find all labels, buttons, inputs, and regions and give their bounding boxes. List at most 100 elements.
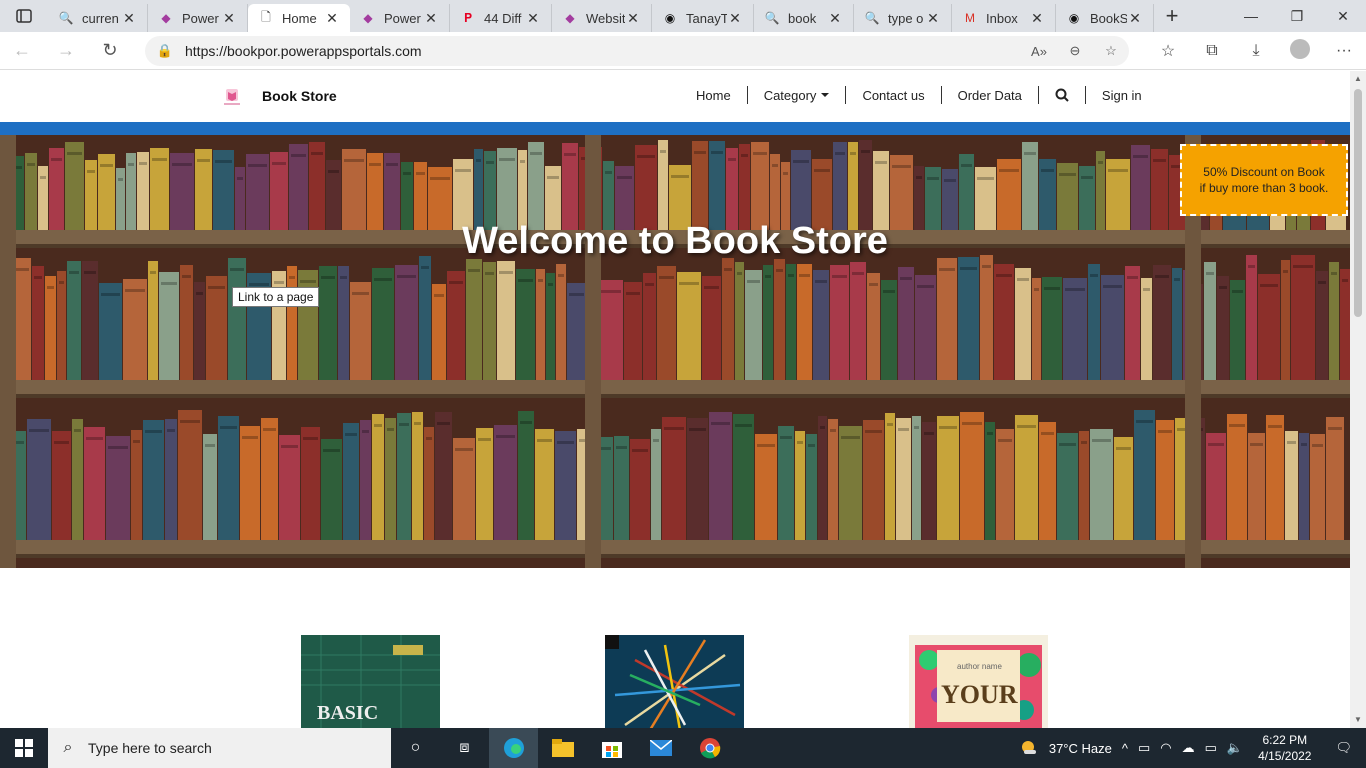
browser-tab[interactable]: 𝐏 44 Diff ✕: [450, 4, 552, 32]
edge-icon[interactable]: [489, 728, 538, 768]
page-scrollbar[interactable]: ▲ ▼: [1350, 71, 1366, 728]
browser-tab[interactable]: M Inbox ✕: [952, 4, 1056, 32]
url-text[interactable]: https://bookpor.powerappsportals.com: [185, 43, 1021, 59]
search-icon[interactable]: [1055, 88, 1069, 102]
nav-home-label[interactable]: Home: [696, 88, 731, 103]
tab-label[interactable]: Power: [182, 11, 221, 26]
tab-label[interactable]: 44 Diff: [484, 11, 525, 26]
close-tab-icon[interactable]: ✕: [221, 10, 237, 27]
file-explorer-icon[interactable]: [538, 728, 587, 768]
tab-label[interactable]: curren: [82, 11, 121, 26]
tab-label[interactable]: Power: [384, 11, 423, 26]
book-store-logo[interactable]: [222, 87, 242, 107]
link-to-page-button[interactable]: Link to a page: [232, 287, 320, 307]
start-button[interactable]: [0, 728, 48, 768]
nav-sign-in[interactable]: Sign in: [1086, 86, 1158, 104]
pinterest-icon: 𝐏: [463, 10, 473, 25]
scroll-up-icon[interactable]: ▲: [1350, 71, 1366, 87]
notifications-icon[interactable]: 🗨: [1321, 740, 1366, 756]
close-tab-icon[interactable]: ✕: [625, 10, 641, 27]
close-tab-icon[interactable]: ✕: [727, 10, 743, 27]
nav-contact[interactable]: Contact us: [846, 86, 942, 104]
nav-category-label[interactable]: Category: [764, 88, 817, 103]
tab-label[interactable]: type o: [888, 11, 925, 26]
nav-order-data-label[interactable]: Order Data: [958, 88, 1022, 103]
meet-now-icon[interactable]: ▭: [1133, 740, 1155, 756]
clock[interactable]: 6:22 PM 4/15/2022: [1248, 732, 1321, 764]
browser-tab[interactable]: 🔍 book ✕: [754, 4, 854, 32]
browser-tab[interactable]: ◆ Power ✕: [350, 4, 450, 32]
browser-tab[interactable]: ◉ TanayT ✕: [652, 4, 754, 32]
address-bar[interactable]: 🔒 https://bookpor.powerappsportals.com A…: [145, 36, 1129, 66]
browser-tab[interactable]: 🗋 Home ✕: [248, 4, 350, 32]
nav-category[interactable]: Category: [748, 86, 847, 104]
refresh-button[interactable]: ↻: [88, 32, 132, 70]
tab-actions-button[interactable]: [0, 0, 48, 32]
book-cover-sticks[interactable]: [605, 635, 744, 728]
mail-icon[interactable]: [636, 728, 685, 768]
battery-icon[interactable]: ▭: [1200, 740, 1222, 756]
book-cover-backyard[interactable]: author name YOUR: [909, 635, 1048, 728]
onedrive-icon[interactable]: ☁: [1177, 740, 1200, 756]
lock-icon[interactable]: 🔒: [145, 43, 185, 59]
book-cover-basic[interactable]: BASIC: [301, 635, 440, 728]
tab-label[interactable]: Inbox: [986, 11, 1029, 26]
more-options-icon[interactable]: ···: [1322, 42, 1366, 60]
close-tab-icon[interactable]: ✕: [121, 10, 137, 27]
restore-button[interactable]: ❐: [1274, 0, 1320, 32]
new-tab-button[interactable]: +: [1154, 3, 1190, 29]
search-icon: 🔍: [764, 11, 780, 25]
tab-label[interactable]: TanayT: [686, 11, 727, 26]
add-favorite-icon[interactable]: ☆: [1093, 43, 1129, 59]
taskbar-search-placeholder[interactable]: Type here to search: [88, 740, 212, 756]
close-tab-icon[interactable]: ✕: [324, 10, 340, 27]
profile-avatar[interactable]: [1278, 38, 1322, 64]
tab-label[interactable]: book: [788, 11, 827, 26]
scroll-down-icon[interactable]: ▼: [1350, 712, 1366, 728]
tab-label[interactable]: Websit: [586, 11, 625, 26]
forward-button[interactable]: →: [44, 32, 88, 70]
browser-tab[interactable]: 🔍 type o ✕: [854, 4, 952, 32]
tab-label[interactable]: BookS: [1090, 11, 1127, 26]
chrome-icon[interactable]: [685, 728, 734, 768]
nav-sign-in-label[interactable]: Sign in: [1102, 88, 1142, 103]
read-aloud-icon[interactable]: A»: [1021, 44, 1057, 59]
wifi-icon[interactable]: ◠: [1155, 740, 1176, 756]
collections-icon[interactable]: ⧉: [1190, 42, 1234, 60]
browser-tab[interactable]: ◆ Websit ✕: [552, 4, 652, 32]
hero-banner: Welcome to Book Store Link to a page 50%…: [0, 135, 1350, 568]
nav-order-data[interactable]: Order Data: [942, 86, 1039, 104]
brand-name[interactable]: Book Store: [262, 88, 337, 104]
close-tab-icon[interactable]: ✕: [525, 10, 541, 27]
close-tab-icon[interactable]: ✕: [827, 10, 843, 27]
nav-search[interactable]: [1039, 86, 1086, 104]
zoom-out-icon[interactable]: ⊖: [1057, 43, 1093, 59]
browser-tab[interactable]: 🔍 curren ✕: [48, 4, 148, 32]
volume-icon[interactable]: 🔈: [1222, 740, 1248, 756]
powerapps-icon: ◆: [363, 11, 373, 25]
svg-text:BASIC: BASIC: [317, 702, 378, 724]
nav-contact-label[interactable]: Contact us: [862, 88, 924, 103]
browser-tab[interactable]: ◆ Power ✕: [148, 4, 248, 32]
show-hidden-icons[interactable]: ^: [1117, 741, 1133, 756]
task-view-icon[interactable]: ⧈: [440, 728, 489, 768]
close-tab-icon[interactable]: ✕: [423, 10, 439, 27]
close-tab-icon[interactable]: ✕: [925, 10, 941, 27]
scroll-thumb[interactable]: [1354, 89, 1362, 317]
back-button[interactable]: ←: [0, 32, 44, 70]
close-tab-icon[interactable]: ✕: [1029, 10, 1045, 27]
store-icon[interactable]: [587, 728, 636, 768]
minimize-button[interactable]: —: [1228, 0, 1274, 32]
close-window-button[interactable]: ✕: [1320, 0, 1366, 32]
close-tab-icon[interactable]: ✕: [1127, 10, 1143, 27]
weather-icon[interactable]: [1014, 737, 1044, 760]
tab-label[interactable]: Home: [282, 11, 324, 26]
nav-home[interactable]: Home: [680, 86, 748, 104]
downloads-icon[interactable]: ⤓: [1234, 42, 1278, 60]
discount-banner: 50% Discount on Book if buy more than 3 …: [1180, 144, 1348, 216]
weather-text[interactable]: 37°C Haze: [1044, 741, 1117, 756]
favorites-icon[interactable]: ☆: [1146, 41, 1190, 61]
cortana-icon[interactable]: ○: [391, 728, 440, 768]
browser-tab[interactable]: ◉ BookS ✕: [1056, 4, 1154, 32]
taskbar-search[interactable]: ⌕ Type here to search: [48, 728, 391, 768]
